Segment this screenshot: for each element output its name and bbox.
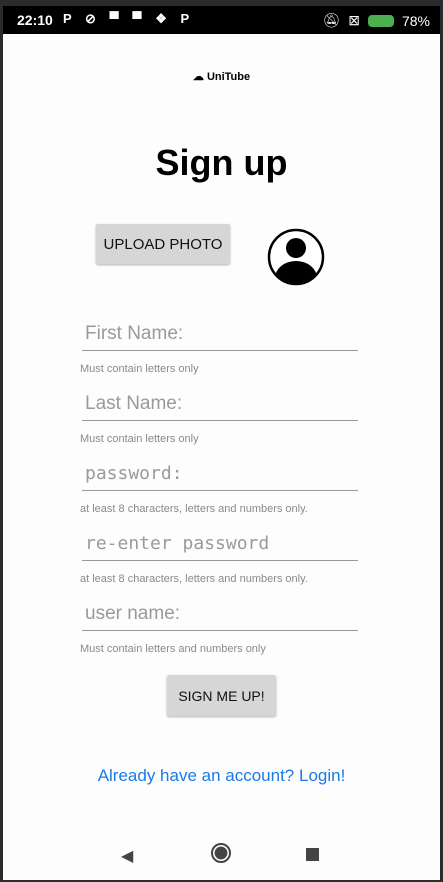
sign-me-up-button[interactable]: SIGN ME UP! [167,675,276,716]
recents-icon[interactable] [306,848,319,861]
confirm-password-hint: at least 8 characters, letters and numbe… [80,573,308,585]
cloud-play-icon: ☁ [192,71,207,83]
bell-off-icon: 🔕︎ [322,12,341,28]
page-title: Sign up [155,142,288,183]
back-icon[interactable]: ◀ [121,846,133,866]
confirm-password-input[interactable]: re-enter password [82,531,358,561]
home-icon[interactable] [211,843,231,863]
app-logo: ☁ UniTube [192,71,251,83]
password-hint: at least 8 characters, letters and numbe… [80,503,308,515]
last-name-hint: Must contain letters only [80,433,199,445]
avatar-placeholder-icon[interactable] [267,228,325,286]
username-input[interactable]: user name: [82,601,358,631]
battery-percent: 78% [401,12,430,29]
first-name-input[interactable]: First Name: [82,321,358,351]
status-bar: 22:10 P ⊘ ▀ ▀ ❖ P 🔕︎ ⊠ 78% [3,6,440,34]
first-name-hint: Must contain letters only [80,363,199,375]
username-hint: Must contain letters and numbers only [80,643,266,655]
password-input[interactable]: password: [82,461,358,491]
upload-photo-button[interactable]: UPLOAD PHOTO [96,224,230,264]
sim-off-icon: ⊠ [348,12,360,28]
notification-icons: P ⊘ ▀ ▀ ❖ P [63,11,195,26]
last-name-input[interactable]: Last Name: [82,391,358,421]
battery-icon [367,14,394,27]
login-link[interactable]: Already have an account? Login! [3,766,440,786]
clock: 22:10 [17,12,53,28]
screen: 22:10 P ⊘ ▀ ▀ ❖ P 🔕︎ ⊠ 78% ☁ UniTube Sig… [3,6,440,880]
